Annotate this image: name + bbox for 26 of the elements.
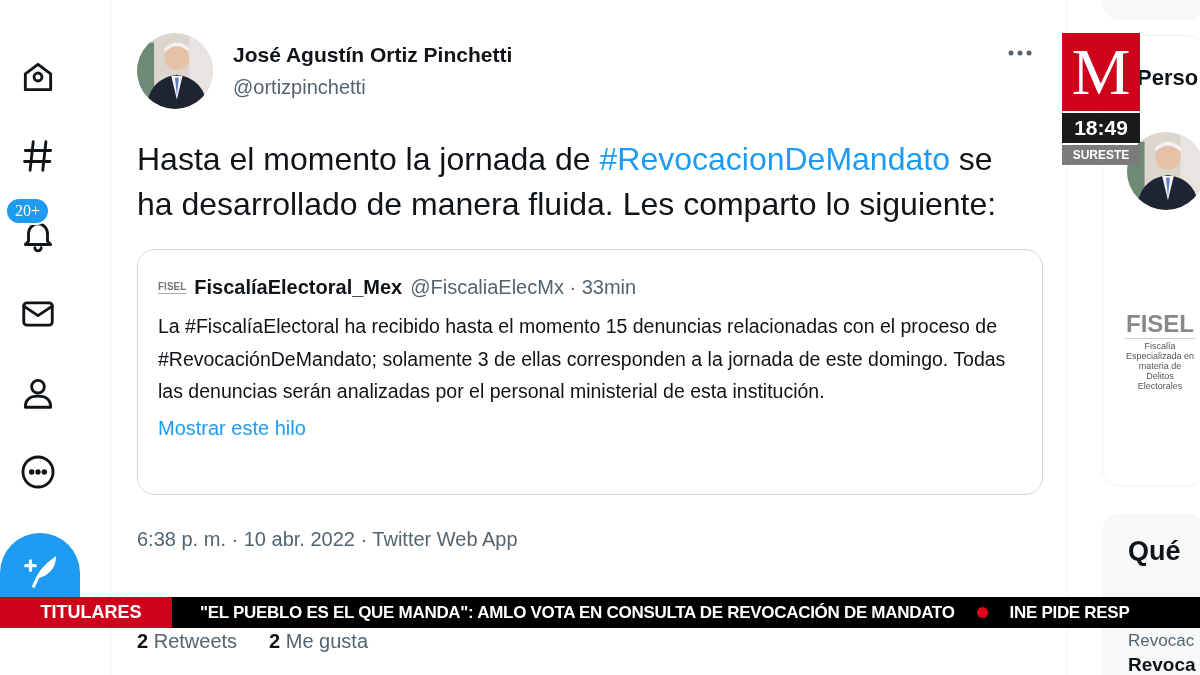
quoted-meta: @FiscaliaElecMx · 33min [410,275,637,300]
tweet-stat[interactable]: 2 Retweets [137,626,238,656]
ticker-headline: INE PIDE RESP [1009,601,1130,624]
ticker-label: TITULARES [0,597,172,628]
trends-title: Qué [1128,535,1182,568]
quoted-text: La #FiscalíaElectoral ha recibido hasta el momento 15 denuncias relacionadas con el proceso de #RevocaciónDeMandato; solamente 3 de ellas corresponden a la jornada de este domingo. Todas las denuncias serán analizadas por el personal ministerial de esta institución. [158,314,1007,404]
tweet-stat[interactable]: 2 Me gusta [269,626,368,656]
broadcast-region: SURESTE [1062,145,1140,165]
more-icon[interactable] [19,453,57,491]
logo-title: FISEL [1126,309,1194,338]
tweet-timestamp[interactable]: 6:38 p. m. · 10 abr. 2022 · Twitter Web App [137,525,1041,553]
notification-badge: 20+ [5,197,51,225]
author-handle[interactable]: @ortizpinchetti [233,73,1007,101]
tweet-text: Hasta el momento la jornada de #RevocacionDeMandato se ha desarrollado de manera fluida. Les comparto lo siguiente: [137,140,998,224]
trend-context[interactable]: Revocac [1128,631,1200,651]
quoted-tweet-card[interactable] [137,249,1043,495]
author-name[interactable]: José Agustín Ortiz Pinchetti [233,41,1007,69]
logo-subtitle: Fiscalía Especializada en materia de Delitos Electorales [1125,337,1195,391]
account-avatar-logo: FISEL [158,280,187,294]
trend-name[interactable]: Revoca [1128,655,1200,675]
channel-logo: M [1062,33,1140,111]
broadcast-clock: 18:49 [1062,113,1140,143]
quoted-author-name[interactable]: FiscalíaElectoral_Mex [194,272,403,302]
compose-button[interactable] [0,533,80,597]
ticker-headline: "EL PUEBLO ES EL QUE MANDA": AMLO VOTA EN CONSULTA DE REVOCACIÓN DE MANDATO [200,601,955,624]
more-icon[interactable] [1007,49,1033,57]
